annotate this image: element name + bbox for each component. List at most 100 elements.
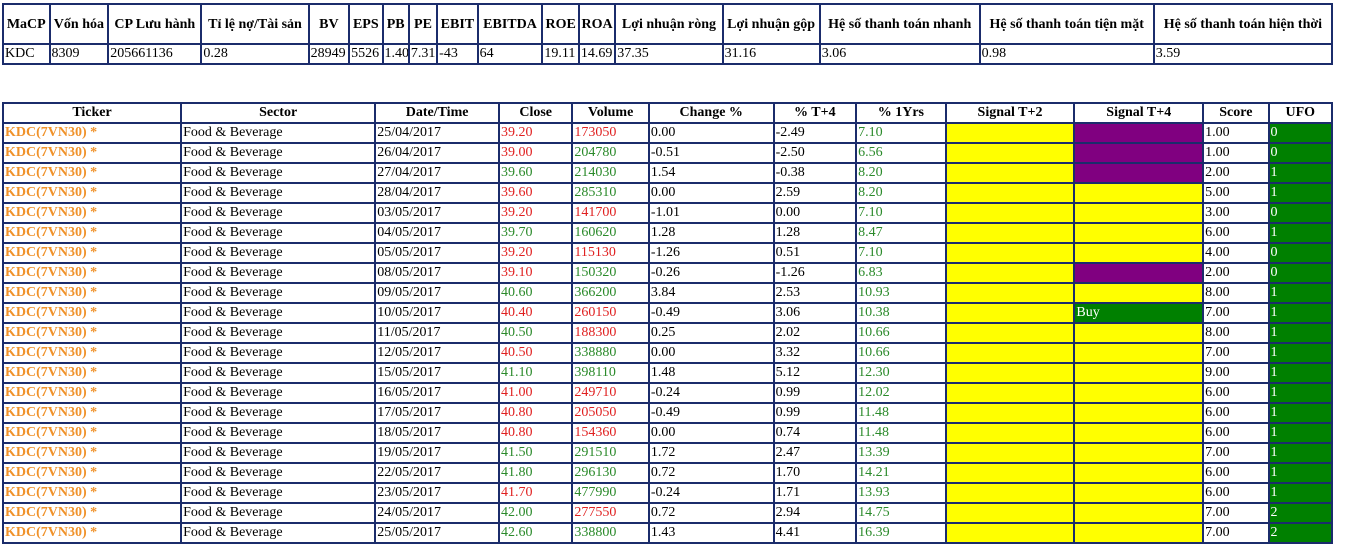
ticker-link[interactable]: KDC(7VN30) *: [4, 264, 183, 284]
t4-cell: 0.00: [774, 204, 858, 224]
ufo-cell: 1: [1269, 444, 1331, 464]
t4-cell: -1.26: [774, 264, 858, 284]
volume-cell: 204780: [573, 144, 650, 164]
ticker-link[interactable]: KDC(7VN30) *: [4, 144, 183, 164]
fin-header-cell: Hệ số thanh toán hiện thời: [1154, 5, 1331, 45]
ticker-link[interactable]: KDC(7VN30) *: [4, 224, 183, 244]
close-cell: 41.00: [499, 384, 574, 404]
ticker-link[interactable]: KDC(7VN30) *: [4, 364, 183, 384]
score-cell: 4.00: [1204, 244, 1270, 264]
fin-value-cell: 1.40: [384, 45, 410, 63]
fin-value-cell: 3.06: [821, 45, 981, 63]
signal-t4-cell: [1075, 444, 1205, 464]
score-cell: 7.00: [1204, 304, 1270, 324]
change-cell: -1.01: [649, 204, 775, 224]
date-cell: 16/05/2017: [376, 384, 500, 404]
ticker-link[interactable]: KDC(7VN30) *: [4, 384, 183, 404]
signal-t4-cell: [1075, 284, 1205, 304]
yr-cell: 8.20: [857, 164, 947, 184]
date-cell: 27/04/2017: [376, 164, 500, 184]
volume-cell: 205050: [573, 404, 650, 424]
date-cell: 18/05/2017: [376, 424, 500, 444]
ufo-cell: 1: [1269, 304, 1331, 324]
change-cell: -0.24: [649, 384, 775, 404]
signal-t4-cell: [1075, 164, 1205, 184]
ticker-link[interactable]: KDC(7VN30) *: [4, 304, 183, 324]
ticker-link[interactable]: KDC(7VN30) *: [4, 164, 183, 184]
yr-cell: 14.21: [857, 464, 947, 484]
yr-cell: 13.39: [857, 444, 947, 464]
change-cell: 0.00: [649, 124, 775, 144]
close-cell: 40.80: [499, 424, 574, 444]
date-cell: 26/04/2017: [376, 144, 500, 164]
t4-cell: 3.32: [774, 344, 858, 364]
sector-cell: Food & Beverage: [182, 264, 377, 284]
score-cell: 7.00: [1204, 444, 1270, 464]
change-cell: 1.43: [650, 524, 775, 542]
score-cell: 3.00: [1204, 204, 1270, 224]
ufo-cell: 0: [1269, 124, 1331, 144]
volume-cell: 296130: [573, 464, 650, 484]
ufo-cell: 2: [1269, 524, 1331, 542]
ticker-link[interactable]: KDC(7VN30) *: [4, 284, 183, 304]
table-row: KDC(7VN30) * Food & Beverage 27/04/2017 39.…: [4, 164, 1331, 184]
signal-t4-cell: [1075, 184, 1205, 204]
signal-t4-cell: [1075, 464, 1205, 484]
signal-t2-cell: [946, 304, 1076, 324]
ticker-link[interactable]: KDC(7VN30) *: [4, 244, 183, 264]
col-header-1yrs: % 1Yrs: [857, 104, 947, 124]
ufo-cell: 1: [1269, 324, 1331, 344]
ticker-link[interactable]: KDC(7VN30) *: [4, 344, 183, 364]
ticker-link[interactable]: KDC(7VN30) *: [4, 524, 183, 542]
date-cell: 17/05/2017: [376, 404, 500, 424]
table-row: KDC(7VN30) * Food & Beverage 16/05/2017 41.…: [4, 384, 1331, 404]
date-cell: 08/05/2017: [376, 264, 500, 284]
close-cell: 39.20: [499, 204, 574, 224]
ticker-link[interactable]: KDC(7VN30) *: [4, 424, 183, 444]
ticker-link[interactable]: KDC(7VN30) *: [4, 184, 183, 204]
date-cell: 09/05/2017: [376, 284, 500, 304]
score-cell: 6.00: [1204, 424, 1270, 444]
ticker-link[interactable]: KDC(7VN30) *: [4, 324, 183, 344]
financial-summary-table: MaCP Vốn hóa CP Lưu hành Tỉ lệ nợ/Tài sản BV…: [2, 3, 1333, 65]
change-cell: -0.51: [649, 144, 775, 164]
change-cell: 1.48: [649, 364, 775, 384]
change-cell: -0.26: [649, 264, 775, 284]
ticker-link[interactable]: KDC(7VN30) *: [4, 504, 183, 524]
ticker-link[interactable]: KDC(7VN30) *: [4, 404, 183, 424]
volume-cell: 285310: [573, 184, 650, 204]
ufo-cell: 1: [1269, 464, 1331, 484]
score-cell: 2.00: [1204, 164, 1270, 184]
close-cell: 41.50: [499, 444, 574, 464]
signal-t4-cell: Buy: [1075, 304, 1205, 324]
ticker-link[interactable]: KDC(7VN30) *: [4, 464, 183, 484]
t4-cell: 1.28: [774, 224, 858, 244]
close-cell: 39.10: [499, 264, 574, 284]
t4-cell: 2.53: [774, 284, 858, 304]
close-cell: 39.70: [499, 224, 574, 244]
ticker-link[interactable]: KDC(7VN30) *: [4, 484, 183, 504]
yr-cell: 10.38: [857, 304, 947, 324]
volume-cell: 150320: [573, 264, 650, 284]
fin-header-cell: Hệ số thanh toán nhanh: [820, 5, 981, 45]
col-header-close: Close: [499, 104, 574, 124]
change-cell: 0.00: [649, 344, 775, 364]
score-cell: 7.00: [1204, 524, 1270, 542]
change-cell: -0.49: [649, 404, 775, 424]
fin-value-cell: 5526: [350, 45, 384, 63]
close-cell: 40.60: [499, 284, 574, 304]
fin-value-cell: 37.35: [616, 45, 724, 63]
fin-value-cell: 0.98: [981, 45, 1155, 63]
fin-header-cell: EPS: [350, 5, 384, 45]
ufo-cell: 1: [1269, 224, 1331, 244]
ticker-link[interactable]: KDC(7VN30) *: [4, 124, 183, 144]
sector-cell: Food & Beverage: [182, 404, 377, 424]
signal-t2-cell: [946, 344, 1076, 364]
ufo-cell: 0: [1269, 204, 1331, 224]
yr-cell: 10.66: [857, 344, 947, 364]
ticker-link[interactable]: KDC(7VN30) *: [4, 444, 183, 464]
page: { "colors": {"border":"#1b2c6b","ticker"…: [0, 0, 1350, 546]
date-cell: 10/05/2017: [376, 304, 500, 324]
signal-t2-cell: [946, 464, 1076, 484]
ticker-link[interactable]: KDC(7VN30) *: [4, 204, 183, 224]
